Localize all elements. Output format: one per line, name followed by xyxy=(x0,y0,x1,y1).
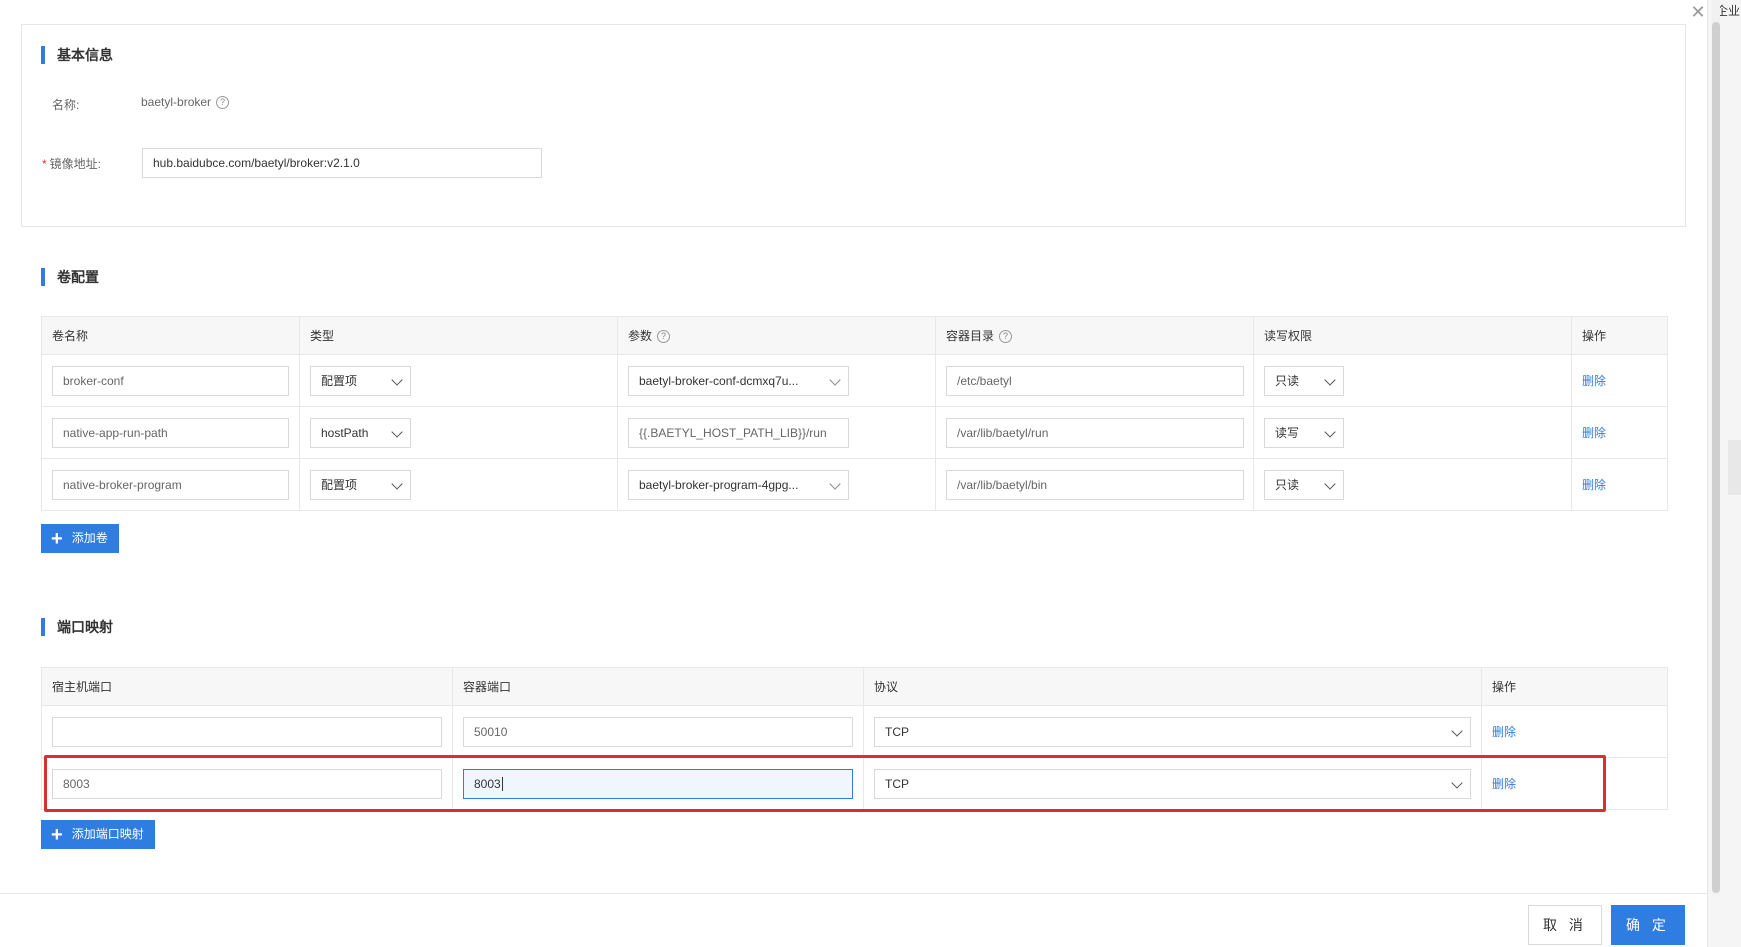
chevron-down-icon xyxy=(391,426,403,438)
text-caret xyxy=(501,777,503,792)
basic-info-card xyxy=(21,24,1686,227)
container-port-value: 8003 xyxy=(474,776,501,791)
table-row: broker-conf 配置项 baetyl-broker-conf-dcmxq… xyxy=(41,354,1668,407)
dialog-footer xyxy=(0,893,1707,947)
volumes-title: 卷配置 xyxy=(41,268,99,286)
volumes-header-row: 卷名称 类型 参数? 容器目录? 读写权限 操作 xyxy=(41,316,1668,355)
volume-perm-select[interactable]: 只读 xyxy=(1264,366,1344,396)
help-icon[interactable]: ? xyxy=(216,96,230,110)
volume-param-value: baetyl-broker-program-4gpg... xyxy=(639,478,799,492)
ports-table: 宿主机端口 容器端口 协议 操作 50010 TCP 删除 8003 8003 … xyxy=(41,667,1668,810)
chevron-down-icon xyxy=(829,478,841,490)
col-volume-type: 类型 xyxy=(299,316,618,355)
volume-param-value: baetyl-broker-conf-dcmxq7u... xyxy=(639,374,799,388)
protocol-value: TCP xyxy=(885,725,909,739)
chevron-down-icon xyxy=(1451,777,1463,789)
col-volume-param: 参数 xyxy=(628,329,653,343)
col-host-port: 宿主机端口 xyxy=(41,667,453,706)
volume-param-select[interactable]: baetyl-broker-conf-dcmxq7u... xyxy=(628,366,849,396)
volume-param-input[interactable]: {{.BAETYL_HOST_PATH_LIB}}/run xyxy=(628,417,849,448)
col-volume-action: 操作 xyxy=(1571,316,1668,355)
chevron-down-icon xyxy=(829,374,841,386)
add-port-mapping-button[interactable]: + 添加端口映射 xyxy=(41,820,155,849)
chevron-down-icon xyxy=(1324,478,1336,490)
volume-perm-select[interactable]: 只读 xyxy=(1264,470,1344,500)
required-mark: * xyxy=(42,157,47,171)
help-icon[interactable]: ? xyxy=(657,330,671,344)
chevron-down-icon xyxy=(391,374,403,386)
add-port-mapping-label: 添加端口映射 xyxy=(71,827,144,841)
scrollbar-thumb[interactable] xyxy=(1712,22,1720,893)
confirm-button[interactable]: 确 定 xyxy=(1611,905,1685,945)
image-label-wrap: * 镜像地址: xyxy=(42,155,101,172)
host-port-input[interactable] xyxy=(52,716,442,747)
delete-link[interactable]: 删除 xyxy=(1582,374,1606,388)
volumes-table: 卷名称 类型 参数? 容器目录? 读写权限 操作 broker-conf 配置项… xyxy=(41,316,1668,511)
table-row: native-broker-program 配置项 baetyl-broker-… xyxy=(41,458,1668,511)
host-port-input[interactable]: 8003 xyxy=(52,768,442,799)
delete-link[interactable]: 删除 xyxy=(1492,777,1516,791)
image-label: 镜像地址: xyxy=(49,157,102,171)
cancel-button[interactable]: 取 消 xyxy=(1528,905,1602,945)
volume-dir-input[interactable]: /var/lib/baetyl/run xyxy=(946,417,1244,448)
col-protocol: 协议 xyxy=(863,667,1482,706)
close-icon[interactable]: ✕ xyxy=(1688,2,1708,22)
delete-link[interactable]: 删除 xyxy=(1492,725,1516,739)
protocol-value: TCP xyxy=(885,777,909,791)
add-volume-label: 添加卷 xyxy=(71,531,108,545)
background-scroll-thumb xyxy=(1728,440,1741,495)
volume-perm-value: 只读 xyxy=(1275,374,1300,388)
col-volume-dir: 容器目录 xyxy=(946,329,995,343)
help-icon[interactable]: ? xyxy=(999,330,1013,344)
volume-type-select[interactable]: 配置项 xyxy=(310,366,411,396)
volume-param-select[interactable]: baetyl-broker-program-4gpg... xyxy=(628,470,849,500)
volume-perm-value: 只读 xyxy=(1275,478,1300,492)
table-row: 8003 8003 TCP 删除 xyxy=(41,757,1668,810)
chevron-down-icon xyxy=(1451,725,1463,737)
volume-type-select[interactable]: hostPath xyxy=(310,418,411,448)
volume-type-value: hostPath xyxy=(321,426,369,440)
plus-icon: + xyxy=(51,823,63,846)
name-value: baetyl-broker xyxy=(141,95,212,109)
volume-name-input[interactable]: native-broker-program xyxy=(52,469,289,500)
volume-type-value: 配置项 xyxy=(321,374,358,388)
col-port-action: 操作 xyxy=(1481,667,1668,706)
container-port-input-focused[interactable]: 8003 xyxy=(463,768,853,799)
col-volume-name: 卷名称 xyxy=(41,316,300,355)
volume-type-select[interactable]: 配置项 xyxy=(310,470,411,500)
ports-header-row: 宿主机端口 容器端口 协议 操作 xyxy=(41,667,1668,706)
chevron-down-icon xyxy=(1324,426,1336,438)
col-container-port: 容器端口 xyxy=(452,667,864,706)
ports-title: 端口映射 xyxy=(41,618,113,636)
name-value-wrap: baetyl-broker? xyxy=(141,95,230,110)
volume-perm-value: 读写 xyxy=(1275,426,1300,440)
container-port-input[interactable]: 50010 xyxy=(463,716,853,747)
protocol-select[interactable]: TCP xyxy=(874,769,1471,799)
volume-name-input[interactable]: native-app-run-path xyxy=(52,417,289,448)
table-row: 50010 TCP 删除 xyxy=(41,705,1668,758)
delete-link[interactable]: 删除 xyxy=(1582,478,1606,492)
protocol-select[interactable]: TCP xyxy=(874,717,1471,747)
table-row: native-app-run-path hostPath {{.BAETYL_H… xyxy=(41,406,1668,459)
plus-icon: + xyxy=(51,527,63,550)
name-label: 名称: xyxy=(52,98,80,112)
chevron-down-icon xyxy=(391,478,403,490)
image-address-input[interactable]: hub.baidubce.com/baetyl/broker:v2.1.0 xyxy=(142,148,542,178)
col-volume-dir-wrap: 容器目录? xyxy=(935,316,1254,355)
volume-perm-select[interactable]: 读写 xyxy=(1264,418,1344,448)
volume-dir-input[interactable]: /var/lib/baetyl/bin xyxy=(946,469,1244,500)
volume-type-value: 配置项 xyxy=(321,478,358,492)
volume-dir-input[interactable]: /etc/baetyl xyxy=(946,365,1244,396)
delete-link[interactable]: 删除 xyxy=(1582,426,1606,440)
volume-name-input[interactable]: broker-conf xyxy=(52,365,289,396)
add-volume-button[interactable]: + 添加卷 xyxy=(41,524,119,553)
col-volume-param-wrap: 参数? xyxy=(617,316,936,355)
col-volume-perm: 读写权限 xyxy=(1253,316,1572,355)
basic-info-title: 基本信息 xyxy=(41,46,113,64)
chevron-down-icon xyxy=(1324,374,1336,386)
